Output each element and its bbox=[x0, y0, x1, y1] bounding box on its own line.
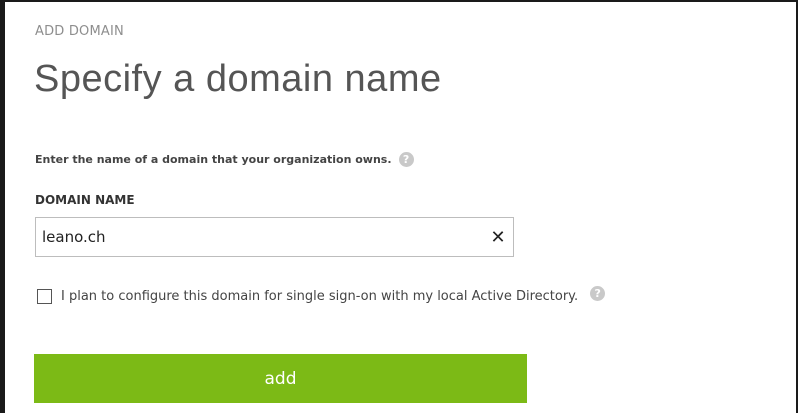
sso-checkbox-label[interactable]: I plan to configure this domain for sing… bbox=[61, 289, 578, 304]
help-icon[interactable]: ? bbox=[398, 152, 414, 167]
page-title: Specify a domain name bbox=[34, 58, 442, 100]
domain-name-label: DOMAIN NAME bbox=[35, 193, 135, 207]
intro-text-row: Enter the name of a domain that your org… bbox=[35, 152, 414, 167]
sso-checkbox[interactable] bbox=[37, 289, 52, 304]
domain-name-field: ✕ bbox=[35, 217, 514, 257]
help-icon[interactable]: ? bbox=[590, 286, 606, 301]
section-eyebrow: ADD DOMAIN bbox=[35, 24, 124, 39]
add-domain-panel: ADD DOMAIN Specify a domain name Enter t… bbox=[0, 0, 798, 413]
intro-text: Enter the name of a domain that your org… bbox=[35, 153, 392, 166]
sso-option-row: I plan to configure this domain for sing… bbox=[37, 286, 606, 304]
add-button[interactable]: add bbox=[34, 354, 527, 403]
clear-icon[interactable]: ✕ bbox=[483, 227, 513, 248]
domain-name-input[interactable] bbox=[36, 219, 483, 255]
